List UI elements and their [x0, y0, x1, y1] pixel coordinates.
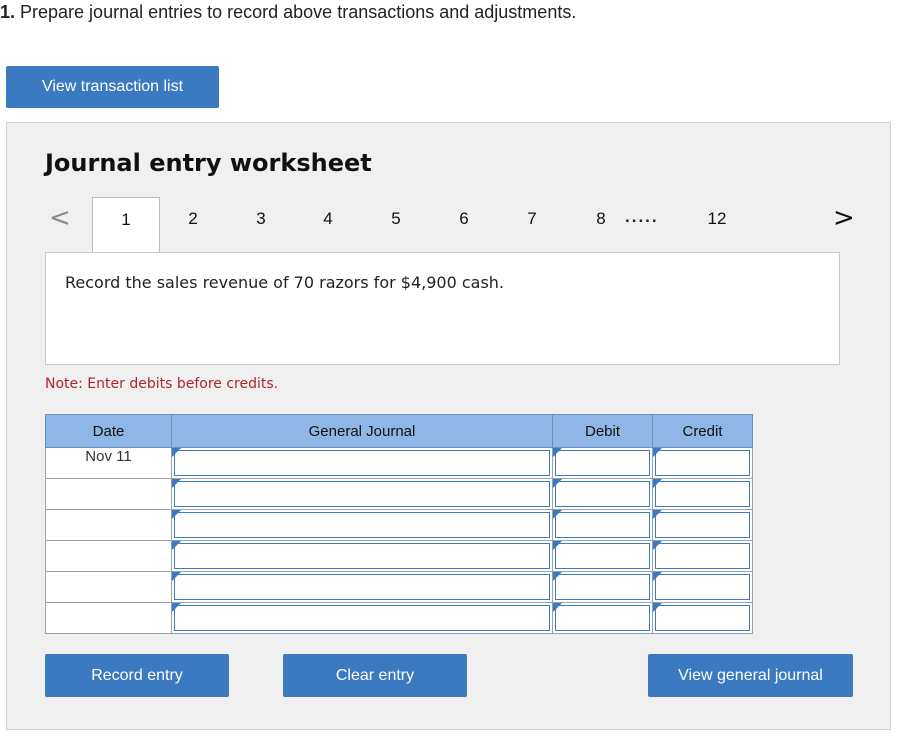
page-tab-4[interactable]: 4	[313, 209, 343, 229]
credit-input[interactable]	[655, 450, 750, 476]
transaction-description-box: Record the sales revenue of 70 razors fo…	[45, 252, 840, 365]
prev-arrow-icon[interactable]: <	[49, 203, 71, 233]
worksheet-title: Journal entry worksheet	[45, 149, 372, 177]
header-credit: Credit	[652, 414, 753, 448]
question-text: Prepare journal entries to record above …	[15, 2, 577, 22]
pager-ellipsis: .....	[625, 207, 659, 226]
table-row	[45, 571, 753, 603]
dropdown-indicator-icon	[553, 541, 562, 550]
transaction-description: Record the sales revenue of 70 razors fo…	[65, 273, 504, 292]
account-cell	[171, 478, 553, 510]
account-input[interactable]	[174, 450, 550, 476]
page-tab-5[interactable]: 5	[381, 209, 411, 229]
debit-cell	[552, 540, 653, 572]
date-cell	[45, 509, 172, 541]
account-cell	[171, 571, 553, 603]
credit-input[interactable]	[655, 512, 750, 538]
view-transaction-list-button[interactable]: View transaction list	[6, 66, 219, 108]
dropdown-indicator-icon	[553, 510, 562, 519]
worksheet-pager: < 1 2 3 4 5 6 7 8 ..... 12 >	[7, 197, 892, 253]
journal-table: Date General Journal Debit Credit Nov 11	[45, 414, 753, 634]
dropdown-indicator-icon	[553, 572, 562, 581]
debit-cell	[552, 447, 653, 479]
dropdown-indicator-icon	[653, 572, 662, 581]
table-row	[45, 509, 753, 541]
date-cell	[45, 540, 172, 572]
debit-input[interactable]	[555, 512, 650, 538]
dropdown-indicator-icon	[653, 541, 662, 550]
account-cell	[171, 602, 553, 634]
table-row	[45, 540, 753, 572]
question-heading: 1. Prepare journal entries to record abo…	[0, 2, 576, 23]
clear-entry-button[interactable]: Clear entry	[283, 654, 467, 697]
debit-cell	[552, 602, 653, 634]
debit-cell	[552, 571, 653, 603]
debit-input[interactable]	[555, 481, 650, 507]
account-input[interactable]	[174, 512, 550, 538]
account-cell	[171, 447, 553, 479]
journal-worksheet-panel: Journal entry worksheet < 1 2 3 4 5 6 7 …	[6, 122, 891, 730]
debit-cell	[552, 509, 653, 541]
credit-cell	[652, 571, 753, 603]
question-number: 1.	[0, 2, 16, 22]
account-input[interactable]	[174, 605, 550, 631]
credit-input[interactable]	[655, 605, 750, 631]
date-cell	[45, 602, 172, 634]
debit-cell	[552, 478, 653, 510]
credit-input[interactable]	[655, 574, 750, 600]
dropdown-indicator-icon	[653, 510, 662, 519]
page-tab-12[interactable]: 12	[701, 209, 733, 229]
header-debit: Debit	[552, 414, 653, 448]
dropdown-indicator-icon	[172, 479, 181, 488]
credit-cell	[652, 478, 753, 510]
view-general-journal-button[interactable]: View general journal	[648, 654, 853, 697]
debit-input[interactable]	[555, 543, 650, 569]
header-general-journal: General Journal	[171, 414, 553, 448]
entry-note: Note: Enter debits before credits.	[45, 376, 279, 392]
debit-input[interactable]	[555, 450, 650, 476]
table-row	[45, 478, 753, 510]
page-tab-1[interactable]: 1	[92, 197, 160, 253]
credit-cell	[652, 602, 753, 634]
page-tab-2[interactable]: 2	[178, 209, 208, 229]
credit-cell	[652, 447, 753, 479]
date-cell	[45, 478, 172, 510]
page-tab-8[interactable]: 8	[586, 209, 616, 229]
dropdown-indicator-icon	[653, 479, 662, 488]
page-tab-3[interactable]: 3	[246, 209, 276, 229]
credit-cell	[652, 509, 753, 541]
dropdown-indicator-icon	[653, 603, 662, 612]
credit-input[interactable]	[655, 481, 750, 507]
dropdown-indicator-icon	[172, 448, 181, 457]
debit-input[interactable]	[555, 605, 650, 631]
page-tab-6[interactable]: 6	[449, 209, 479, 229]
date-cell: Nov 11	[45, 447, 172, 479]
debit-input[interactable]	[555, 574, 650, 600]
dropdown-indicator-icon	[172, 510, 181, 519]
account-input[interactable]	[174, 481, 550, 507]
dropdown-indicator-icon	[553, 448, 562, 457]
account-cell	[171, 540, 553, 572]
credit-cell	[652, 540, 753, 572]
dropdown-indicator-icon	[553, 603, 562, 612]
dropdown-indicator-icon	[172, 603, 181, 612]
page-tab-7[interactable]: 7	[517, 209, 547, 229]
dropdown-indicator-icon	[172, 572, 181, 581]
account-cell	[171, 509, 553, 541]
next-arrow-icon[interactable]: >	[833, 203, 855, 233]
dropdown-indicator-icon	[172, 541, 181, 550]
table-row: Nov 11	[45, 447, 753, 479]
credit-input[interactable]	[655, 543, 750, 569]
table-row	[45, 602, 753, 634]
dropdown-indicator-icon	[653, 448, 662, 457]
dropdown-indicator-icon	[553, 479, 562, 488]
header-date: Date	[45, 414, 172, 448]
record-entry-button[interactable]: Record entry	[45, 654, 229, 697]
date-cell	[45, 571, 172, 603]
account-input[interactable]	[174, 543, 550, 569]
journal-header-row: Date General Journal Debit Credit	[45, 414, 753, 448]
account-input[interactable]	[174, 574, 550, 600]
